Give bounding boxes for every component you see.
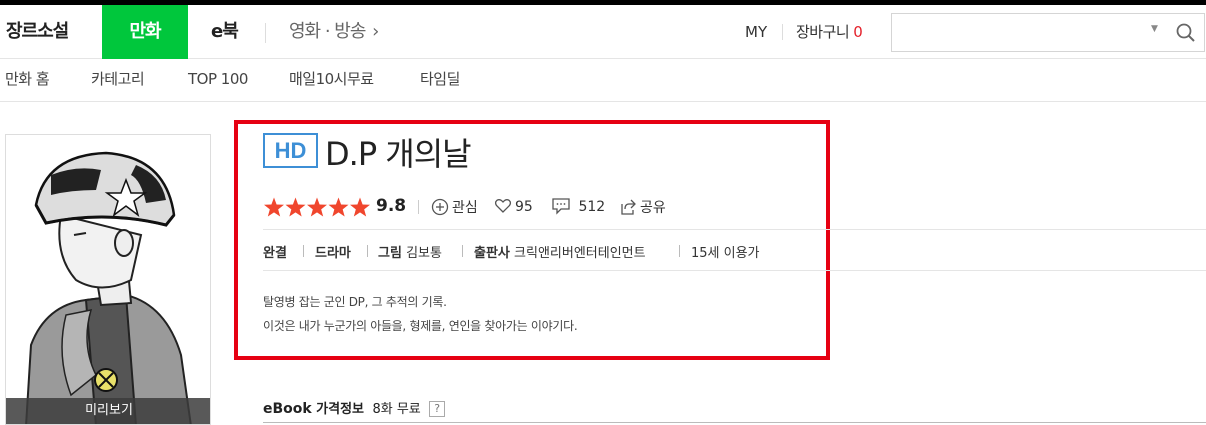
free-episode-count: 8화 무료 xyxy=(372,402,421,417)
interest-label: 관심 xyxy=(452,200,478,216)
book-cover[interactable]: 미리보기 xyxy=(5,134,211,425)
genre-link[interactable]: 드라마 xyxy=(315,242,351,261)
nav-movie-label: 영화 · 방송 xyxy=(289,21,366,42)
ebook-price-header: eBook 가격정보 8화 무료 ? xyxy=(263,398,446,417)
star-icon xyxy=(264,197,284,217)
like-count: 95 xyxy=(515,199,533,215)
nav-ebook[interactable]: e북 xyxy=(211,5,239,59)
artist-info[interactable]: 그림 김보통 xyxy=(378,242,442,261)
cart-link[interactable]: 장바구니 0 xyxy=(796,5,863,59)
rating-score: 9.8 xyxy=(376,196,407,216)
star-icon xyxy=(307,197,327,217)
share-button[interactable]: 공유 xyxy=(619,197,666,217)
status-text: 완결 xyxy=(263,246,287,261)
age-rating: 15세 이용가 xyxy=(691,246,760,261)
my-menu-link[interactable]: MY xyxy=(745,5,767,59)
publisher-info[interactable]: 출판사 크릭앤리버엔터테인먼트 xyxy=(474,242,646,261)
search-box: ▼ xyxy=(891,13,1205,52)
heart-icon xyxy=(494,199,512,213)
divider-line xyxy=(263,229,1206,230)
comment-button[interactable]: 512 xyxy=(551,197,605,215)
subnav-comic-home[interactable]: 만화 홈 xyxy=(5,60,50,98)
subnav-timedeal[interactable]: 타임딜 xyxy=(420,60,460,98)
artist-name: 김보통 xyxy=(406,246,442,261)
hd-badge: HD xyxy=(263,133,318,168)
share-label: 공유 xyxy=(640,200,666,216)
info-divider xyxy=(679,245,680,257)
preview-button[interactable]: 미리보기 xyxy=(6,398,210,424)
star-icon xyxy=(328,197,349,217)
product-title: D.P 개의날 xyxy=(325,135,472,173)
nav-movie-broadcast[interactable]: 영화 · 방송 › xyxy=(289,5,379,59)
ebook-title-b: 가격정보 xyxy=(316,402,365,417)
search-dropdown-icon[interactable]: ▼ xyxy=(1151,24,1158,34)
info-divider xyxy=(303,245,304,257)
description-line: 이것은 내가 누군가의 아들을, 형제를, 연인을 찾아가는 이야기다. xyxy=(263,319,578,333)
cart-label: 장바구니 xyxy=(796,23,850,41)
subnav-top100[interactable]: TOP 100 xyxy=(188,60,248,98)
chevron-right-icon: › xyxy=(372,21,379,42)
rating-stars xyxy=(264,197,370,217)
star-icon xyxy=(350,197,370,217)
global-nav: 장르소설 만화 e북 영화 · 방송 › MY 장바구니 0 ▼ xyxy=(0,5,1206,59)
meta-row: 9.8 관심 95 512 공유 xyxy=(263,194,833,222)
search-icon[interactable] xyxy=(1175,22,1197,44)
share-icon xyxy=(621,199,636,215)
nav-comic[interactable]: 만화 xyxy=(102,5,188,59)
help-icon[interactable]: ? xyxy=(429,401,446,417)
star-icon xyxy=(285,197,306,217)
sub-nav: 만화 홈 카테고리 TOP 100 매일10시무료 타임딜 xyxy=(0,60,1206,102)
preview-label: 미리보기 xyxy=(85,403,133,418)
publisher-name: 크릭앤리버엔터테인먼트 xyxy=(514,246,646,261)
info-divider xyxy=(367,245,368,257)
description-line: 탈영병 잡는 군인 DP, 그 추적의 기록. xyxy=(263,295,447,309)
artist-label: 그림 xyxy=(378,246,402,261)
cover-illustration xyxy=(6,135,210,424)
subnav-daily-free[interactable]: 매일10시무료 xyxy=(289,60,374,98)
search-input[interactable] xyxy=(898,20,1148,45)
plus-circle-icon xyxy=(431,198,449,216)
genre-text: 드라마 xyxy=(315,246,351,261)
ebook-title-a: eBook xyxy=(263,401,312,417)
nav-divider xyxy=(782,24,783,40)
cart-count: 0 xyxy=(853,23,863,41)
comment-count: 512 xyxy=(578,199,606,215)
meta-divider xyxy=(418,200,419,214)
interest-button[interactable]: 관심 xyxy=(431,197,478,217)
nav-divider xyxy=(265,23,266,43)
info-divider xyxy=(462,245,463,257)
description: 탈영병 잡는 군인 DP, 그 추적의 기록. 이것은 내가 누군가의 아들을,… xyxy=(263,290,578,338)
like-button[interactable]: 95 xyxy=(494,197,533,215)
publisher-label: 출판사 xyxy=(474,246,510,261)
status-label: 완결 xyxy=(263,242,287,261)
comment-icon xyxy=(552,198,570,215)
divider-line xyxy=(263,270,1206,271)
nav-genre-novel[interactable]: 장르소설 xyxy=(6,5,69,59)
subnav-category[interactable]: 카테고리 xyxy=(91,60,145,98)
